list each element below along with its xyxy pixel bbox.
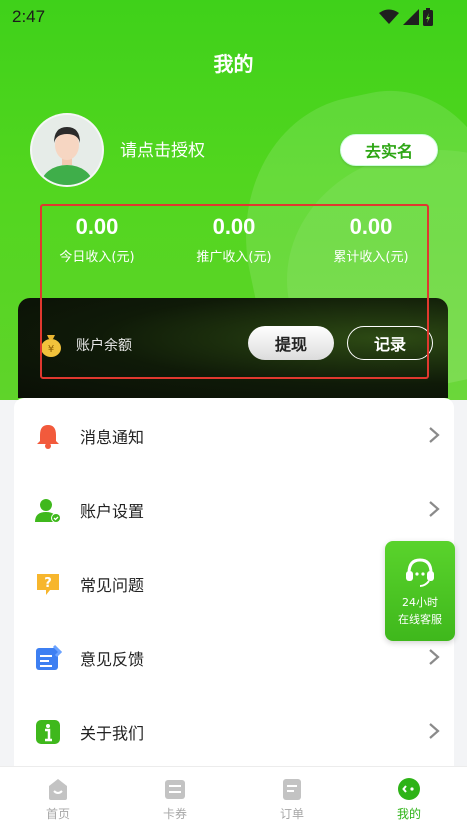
question-icon: ? — [37, 574, 59, 595]
auth-prompt[interactable]: 请点击授权 — [120, 136, 205, 161]
page-title: 我的 — [213, 52, 254, 76]
service-label-online: 在线客服 — [398, 613, 442, 626]
bottom-tab-bar: 首页 卡券 订单 我的 — [0, 766, 467, 831]
menu-item-label: 常见问题 — [80, 576, 145, 595]
info-icon — [36, 720, 60, 744]
chevron-right-icon — [429, 649, 440, 665]
status-bar: 2:47 — [0, 0, 467, 34]
wifi-icon — [379, 9, 399, 24]
realname-verify-button[interactable]: 去实名 — [340, 134, 438, 166]
highlight-box — [40, 204, 429, 379]
chevron-right-icon — [429, 501, 440, 517]
coupon-icon — [165, 780, 185, 799]
menu-item-about[interactable]: 关于我们 — [14, 694, 454, 768]
home-icon — [49, 779, 67, 800]
tab-mine[interactable]: 我的 — [351, 767, 467, 831]
signal-icon — [403, 9, 419, 25]
menu-item-account-settings[interactable]: 账户设置 — [14, 472, 454, 546]
service-label-hours: 24小时 — [402, 596, 438, 609]
chevron-right-icon — [429, 723, 440, 739]
menu-item-label: 消息通知 — [80, 428, 145, 447]
chevron-right-icon — [429, 427, 440, 443]
feedback-icon — [36, 644, 62, 670]
avatar-person-icon — [41, 127, 93, 185]
menu-item-notifications[interactable]: 消息通知 — [14, 398, 454, 472]
customer-service-button[interactable]: 24小时 在线客服 — [385, 541, 455, 641]
tab-label: 卡券 — [162, 807, 187, 821]
headset-icon — [406, 558, 434, 587]
battery-icon — [423, 8, 433, 26]
order-icon — [283, 779, 301, 800]
bell-icon — [37, 425, 59, 449]
tab-orders[interactable]: 订单 — [234, 767, 350, 831]
tab-label: 我的 — [396, 807, 421, 821]
tab-coupons[interactable]: 卡券 — [117, 767, 233, 831]
status-time: 2:47 — [12, 7, 46, 26]
tab-label: 订单 — [279, 807, 304, 821]
tab-home[interactable]: 首页 — [0, 767, 116, 831]
avatar[interactable] — [30, 113, 104, 187]
tab-label: 首页 — [45, 807, 70, 821]
menu-item-label: 意见反馈 — [80, 650, 145, 669]
menu-item-label: 关于我们 — [80, 724, 145, 743]
user-settings-icon — [35, 499, 61, 523]
menu-item-label: 账户设置 — [80, 502, 145, 521]
svg-text:?: ? — [44, 576, 52, 591]
mine-icon — [398, 778, 420, 800]
